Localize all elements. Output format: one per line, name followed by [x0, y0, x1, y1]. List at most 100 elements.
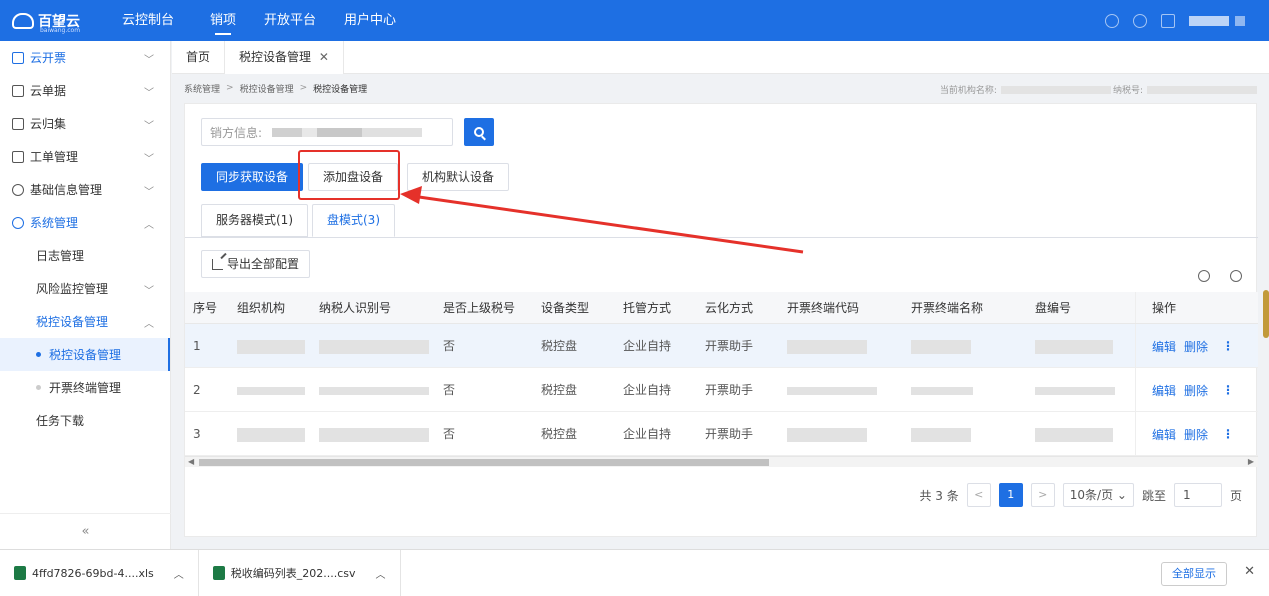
- more-icon[interactable]: ⋮: [1216, 339, 1234, 353]
- vertical-scrollbar[interactable]: [1263, 290, 1269, 338]
- nav-console[interactable]: 云控制台: [122, 0, 174, 41]
- cell-superior: 否: [443, 339, 456, 353]
- column-settings-icon[interactable]: [1230, 270, 1242, 282]
- cell-disk-no: [1027, 412, 1135, 455]
- tab-server-mode[interactable]: 服务器模式(1): [201, 204, 308, 237]
- org-default-device-button[interactable]: 机构默认设备: [407, 163, 510, 191]
- user-account[interactable]: [1189, 15, 1247, 26]
- sidebar: 云开票 ﹀ 云单据 ﹀ 云归集 ﹀ 工单管理 ﹀ 基础信息管理 ﹀ 系统管理 ︿…: [0, 41, 171, 549]
- chevron-down-icon: ﹀: [144, 154, 154, 165]
- chevron-up-icon: ︿: [144, 319, 154, 330]
- chevron-up-icon[interactable]: ︿: [376, 566, 386, 581]
- page-size-select[interactable]: 10条/页 ⌄: [1062, 483, 1134, 507]
- sidebar-item-system[interactable]: 系统管理 ︿: [0, 206, 170, 239]
- cell-cloud: 开票助手: [705, 339, 754, 353]
- sidebar-item-workorder[interactable]: 工单管理 ﹀: [0, 140, 170, 173]
- table-row[interactable]: 1 否 税控盘 企业自持 开票助手 编辑 删除 ⋮: [185, 324, 1258, 368]
- message-icon[interactable]: [1161, 13, 1175, 28]
- chevron-down-icon: ﹀: [144, 187, 154, 198]
- tab-device-management[interactable]: 税控设备管理 ✕: [225, 41, 344, 74]
- search-button[interactable]: [464, 118, 494, 146]
- nav-user-center[interactable]: 用户中心: [330, 0, 410, 41]
- breadcrumb-item[interactable]: 税控设备管理: [240, 82, 294, 95]
- headset-icon[interactable]: [1105, 13, 1119, 28]
- download-item[interactable]: 4ffd7826-69bd-4....xls ︿: [0, 549, 199, 596]
- export-all-config-button[interactable]: 导出全部配置: [201, 250, 311, 278]
- edit-button[interactable]: 编辑: [1152, 338, 1176, 355]
- sidebar-item-cloud-collect[interactable]: 云归集 ﹀: [0, 107, 170, 140]
- download-filename: 4ffd7826-69bd-4....xls: [32, 566, 154, 580]
- download-item[interactable]: 税收编码列表_202....csv ︿: [199, 549, 401, 596]
- delete-button[interactable]: 删除: [1184, 382, 1208, 399]
- refresh-icon[interactable]: [1198, 270, 1210, 282]
- close-icon[interactable]: ✕: [1244, 564, 1255, 579]
- sidebar-item-basic-info[interactable]: 基础信息管理 ﹀: [0, 173, 170, 206]
- table-row[interactable]: 3 否 税控盘 企业自持 开票助手 编辑 删除 ⋮: [185, 412, 1258, 456]
- excel-file-icon: [212, 566, 225, 580]
- breadcrumb-separator: >: [226, 83, 234, 93]
- tab-disk-mode[interactable]: 盘模式(3): [312, 204, 395, 237]
- more-icon[interactable]: ⋮: [1216, 383, 1234, 397]
- scroll-left-icon[interactable]: ◀: [188, 457, 194, 466]
- page-1-button[interactable]: 1: [998, 483, 1023, 507]
- scroll-thumb[interactable]: [199, 459, 769, 466]
- breadcrumb-item[interactable]: 系统管理: [184, 82, 220, 95]
- sidebar-sub-risk[interactable]: 风险监控管理 ﹀: [0, 272, 170, 305]
- invoice-icon: [12, 51, 24, 64]
- sidebar-leaf-device-management[interactable]: 税控设备管理: [0, 338, 170, 371]
- goto-page-input[interactable]: 1: [1173, 483, 1222, 507]
- brand-sub: baiwang.com: [40, 27, 81, 34]
- sidebar-sub-log[interactable]: 日志管理: [0, 239, 170, 272]
- edit-button[interactable]: 编辑: [1152, 382, 1176, 399]
- seller-info-input[interactable]: 销方信息:: [201, 118, 453, 146]
- show-all-button[interactable]: 全部显示: [1161, 562, 1227, 586]
- excel-file-icon: [14, 566, 26, 580]
- top-icons: [1105, 0, 1247, 41]
- tab-home[interactable]: 首页: [172, 41, 226, 74]
- table-row[interactable]: 2 否 税控盘 企业自持 开票助手 编辑 删除 ⋮: [185, 368, 1258, 412]
- col-device-type: 设备类型: [541, 301, 590, 315]
- total-count: 共 3 条: [919, 488, 959, 503]
- sidebar-item-cloud-docs[interactable]: 云单据 ﹀: [0, 74, 170, 107]
- sidebar-item-label: 工单管理: [30, 150, 79, 164]
- org-name-label: 当前机构名称:: [939, 86, 997, 96]
- sidebar-collapse-button[interactable]: «: [0, 513, 171, 549]
- org-name-value: [1000, 85, 1111, 94]
- nav-sales[interactable]: 销项: [196, 0, 250, 41]
- col-org: 组织机构: [237, 301, 286, 315]
- nav-open-platform[interactable]: 开放平台: [250, 0, 330, 41]
- prev-page-button[interactable]: <: [966, 483, 991, 507]
- scroll-right-icon[interactable]: ▶: [1248, 457, 1254, 466]
- sidebar-leaf-terminal-management[interactable]: 开票终端管理: [0, 371, 170, 404]
- org-info: 当前机构名称: 纳税号:: [940, 83, 1257, 96]
- cell-no: 2: [193, 383, 201, 397]
- mode-tabs: 服务器模式(1) 盘模式(3): [201, 204, 399, 237]
- horizontal-scrollbar[interactable]: ◀ ▶: [185, 456, 1258, 467]
- next-page-button[interactable]: >: [1030, 483, 1055, 507]
- edit-button[interactable]: 编辑: [1152, 426, 1176, 443]
- tab-label: 税控设备管理: [239, 50, 312, 64]
- close-icon[interactable]: ✕: [319, 50, 329, 64]
- sidebar-sub-task-download[interactable]: 任务下载: [0, 404, 170, 437]
- more-icon[interactable]: ⋮: [1216, 427, 1234, 441]
- cell-actions: 编辑 删除 ⋮: [1135, 368, 1258, 412]
- sidebar-item-label: 基础信息管理: [30, 183, 103, 197]
- settings-icon: [12, 216, 24, 229]
- delete-button[interactable]: 删除: [1184, 426, 1208, 443]
- delete-button[interactable]: 删除: [1184, 338, 1208, 355]
- cell-disk-no: [1027, 368, 1135, 411]
- page-size-value: 10条/页: [1069, 488, 1114, 502]
- chevron-up-icon[interactable]: ︿: [174, 566, 184, 581]
- sidebar-sub-device[interactable]: 税控设备管理 ︿: [0, 305, 170, 338]
- cell-terminal-name: [903, 368, 1027, 411]
- chevron-down-icon: ﹀: [144, 121, 154, 132]
- col-no: 序号: [193, 301, 218, 315]
- seller-info-label: 销方信息:: [210, 125, 263, 140]
- cell-terminal-code: [779, 368, 903, 411]
- top-navbar: 百望云 baiwang.com 云控制台 销项 开放平台 用户中心: [0, 0, 1269, 41]
- help-icon[interactable]: [1133, 13, 1147, 28]
- sidebar-item-cloud-invoice[interactable]: 云开票 ﹀: [0, 41, 170, 74]
- cell-terminal-code: [779, 412, 903, 455]
- cell-disk-no: [1027, 324, 1135, 367]
- sync-devices-button[interactable]: 同步获取设备: [201, 163, 304, 191]
